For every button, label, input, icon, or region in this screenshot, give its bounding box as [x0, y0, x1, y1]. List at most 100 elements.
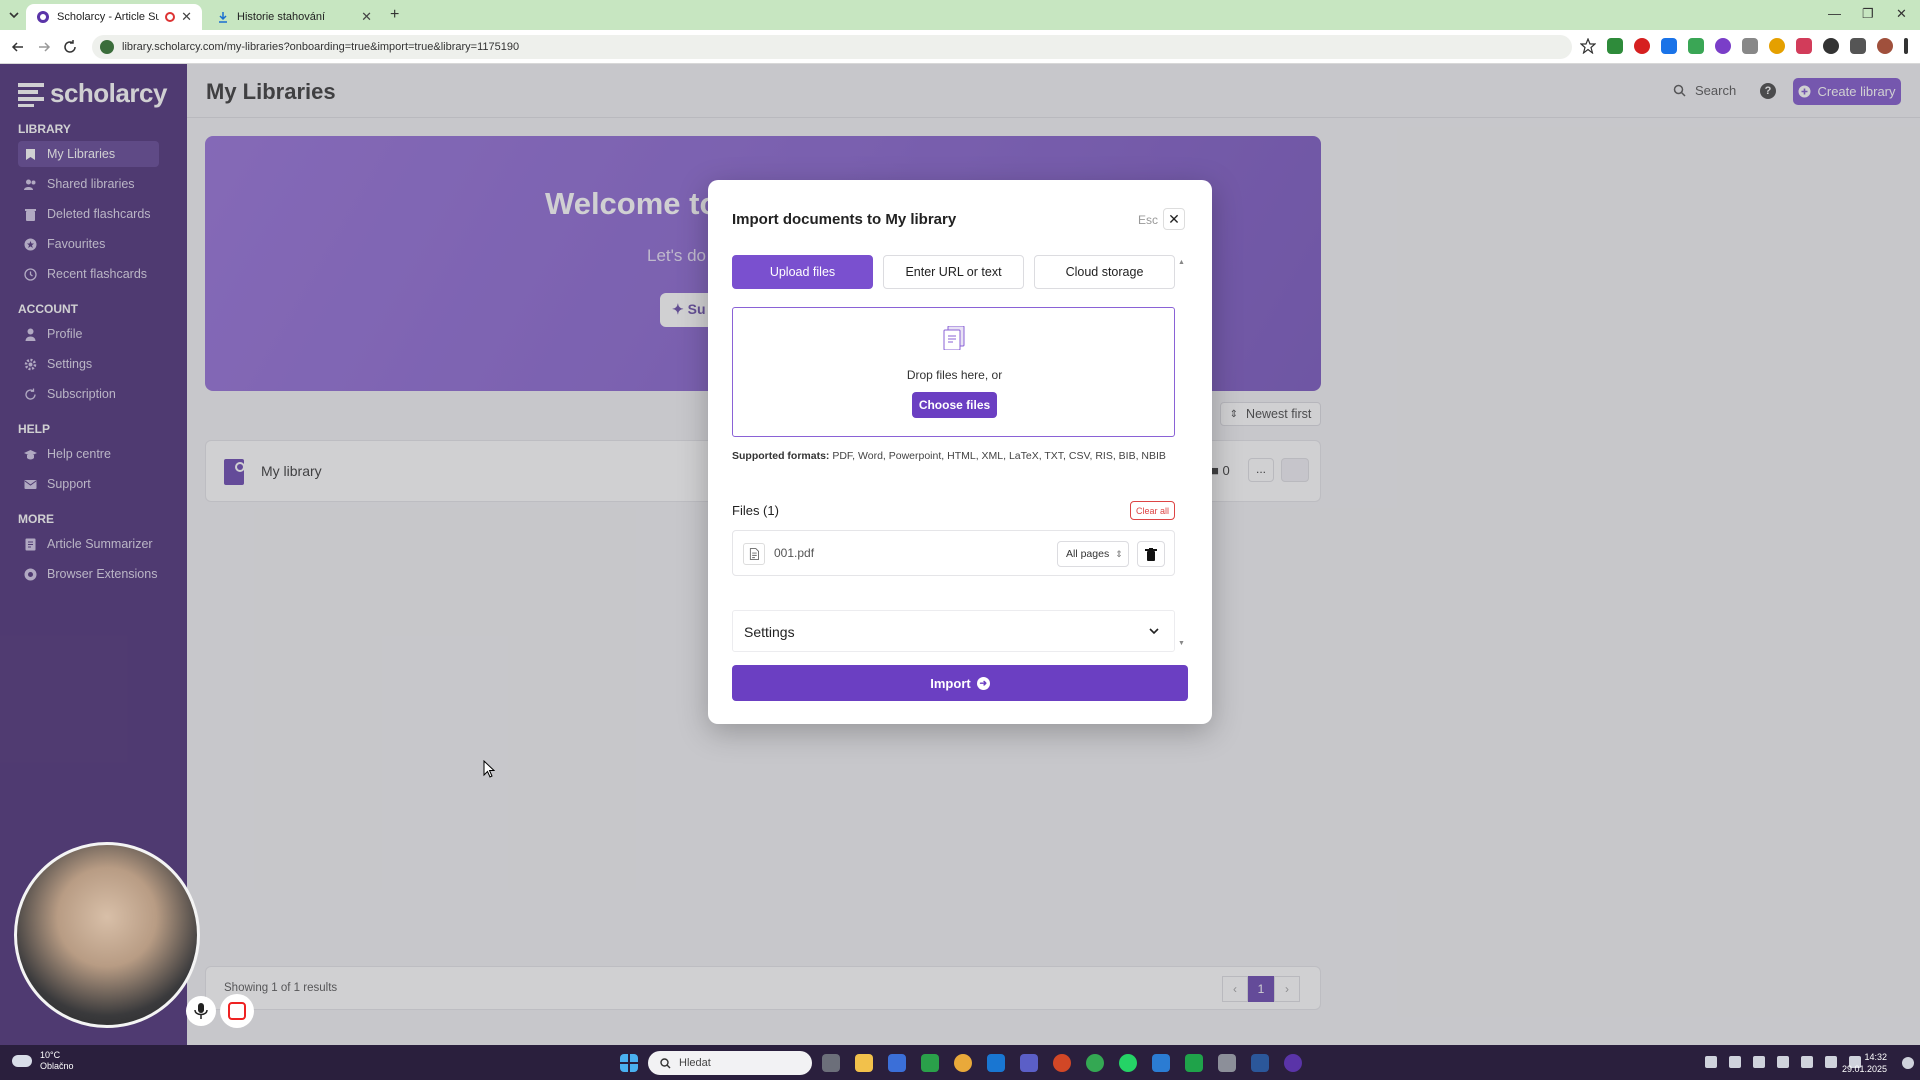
tab-cloud-storage[interactable]: Cloud storage — [1034, 255, 1175, 289]
bookmark-star-icon[interactable] — [1580, 38, 1596, 54]
outlook-icon[interactable] — [987, 1054, 1005, 1072]
minimize-icon[interactable]: — — [1828, 6, 1841, 21]
download-icon — [219, 12, 227, 23]
scholarcy-favicon-icon — [37, 11, 49, 23]
weather-desc: Oblačno — [40, 1061, 74, 1071]
chrome-icon[interactable] — [954, 1054, 972, 1072]
page-range-value: All pages — [1066, 548, 1110, 560]
tab-search-icon[interactable] — [6, 7, 22, 23]
cloud-icon — [12, 1055, 32, 1067]
app-icon[interactable] — [1152, 1054, 1170, 1072]
settings-accordion[interactable]: Settings — [732, 610, 1175, 652]
search-icon — [660, 1057, 671, 1068]
import-dialog: Import documents to My library Esc ✕ Upl… — [708, 180, 1212, 724]
taskbar-search[interactable]: Hledat — [648, 1051, 812, 1075]
supported-formats: Supported formats: PDF, Word, Powerpoint… — [732, 450, 1166, 462]
app-icon[interactable] — [1284, 1054, 1302, 1072]
app-icon[interactable] — [1185, 1054, 1203, 1072]
chrome-profile-icon[interactable] — [1086, 1054, 1104, 1072]
microphone-button[interactable] — [186, 996, 216, 1026]
mouse-cursor-icon — [483, 760, 495, 778]
import-button[interactable]: Import ➜ — [732, 665, 1188, 701]
back-icon[interactable] — [10, 39, 26, 55]
remove-file-button[interactable] — [1137, 541, 1165, 567]
stop-recording-button[interactable] — [220, 994, 254, 1028]
extensions-menu-icon[interactable] — [1850, 38, 1866, 54]
pin-icon[interactable] — [1661, 38, 1677, 54]
dialog-title: Import documents to My library — [732, 211, 957, 228]
scroll-up-icon[interactable]: ▲ — [1178, 259, 1185, 266]
whatsapp-icon[interactable] — [1119, 1054, 1137, 1072]
word-icon[interactable] — [1251, 1054, 1269, 1072]
puzzle-icon[interactable] — [1688, 38, 1704, 54]
webcam-preview — [14, 842, 200, 1028]
scroll-down-icon[interactable]: ▼ — [1178, 640, 1185, 647]
choose-files-button[interactable]: Choose files — [912, 392, 997, 418]
file-icon — [743, 543, 765, 565]
tab-upload-files[interactable]: Upload files — [732, 255, 873, 289]
reload-icon[interactable] — [62, 39, 78, 55]
tab-title: Scholarcy - Article Summari — [57, 11, 160, 23]
tab-close-icon[interactable]: ✕ — [361, 9, 372, 25]
files-heading: Files (1) — [732, 503, 779, 518]
esc-hint: Esc — [1138, 213, 1159, 227]
extension-icon[interactable] — [1742, 38, 1758, 54]
windows-taskbar: 10°C Oblačno Hledat 14:32 29.01.2025 — [0, 1045, 1920, 1080]
task-view-icon[interactable] — [822, 1054, 840, 1072]
display-icon[interactable] — [1801, 1056, 1813, 1068]
trash-icon — [1145, 547, 1157, 561]
taskbar-clock[interactable]: 14:32 29.01.2025 — [1842, 1051, 1887, 1075]
file-explorer-icon[interactable] — [855, 1054, 873, 1072]
clear-all-button[interactable]: Clear all — [1130, 501, 1175, 520]
wifi-icon[interactable] — [1825, 1056, 1837, 1068]
extension-icon[interactable] — [1769, 38, 1785, 54]
weather-widget[interactable]: 10°C Oblačno — [12, 1050, 74, 1072]
formats-list: PDF, Word, Powerpoint, HTML, XML, LaTeX,… — [832, 450, 1166, 462]
microphone-icon[interactable] — [1777, 1056, 1789, 1068]
system-tray — [1705, 1056, 1861, 1068]
powerpoint-icon[interactable] — [1053, 1054, 1071, 1072]
recording-indicator-icon — [165, 12, 176, 22]
extension-icon[interactable] — [1607, 38, 1623, 54]
forward-icon[interactable] — [36, 39, 52, 55]
opera-icon[interactable] — [1634, 38, 1650, 54]
restore-icon[interactable]: ❐ — [1862, 6, 1874, 22]
extension-icon[interactable] — [1796, 38, 1812, 54]
onedrive-icon[interactable] — [1729, 1056, 1741, 1068]
tab-title: Historie stahování — [237, 11, 326, 23]
arrow-right-circle-icon: ➜ — [976, 676, 990, 690]
tab-enter-url[interactable]: Enter URL or text — [883, 255, 1024, 289]
extension-icon[interactable] — [1823, 38, 1839, 54]
clock-date: 29.01.2025 — [1842, 1064, 1888, 1074]
tray-chevron-icon[interactable] — [1705, 1056, 1717, 1068]
file-stack-icon — [943, 326, 965, 350]
settings-label: Settings — [744, 624, 795, 640]
page-range-select[interactable]: All pages ⇕ — [1057, 541, 1129, 567]
close-icon[interactable]: ✕ — [1163, 208, 1185, 230]
extension-icon[interactable] — [1715, 38, 1731, 54]
url-field[interactable]: library.scholarcy.com/my-libraries?onboa… — [92, 35, 1572, 59]
cloud-sync-icon[interactable] — [1753, 1056, 1765, 1068]
notifications-icon[interactable] — [1902, 1057, 1914, 1069]
browser-tab-scholarcy[interactable]: Scholarcy - Article Summari ✕ — [26, 4, 202, 30]
windows-start-icon[interactable] — [620, 1054, 638, 1072]
file-dropzone[interactable]: Drop files here, or Choose files — [732, 307, 1175, 437]
url-text: library.scholarcy.com/my-libraries?onboa… — [122, 41, 520, 53]
formats-label: Supported formats: — [732, 450, 830, 462]
tab-close-icon[interactable]: ✕ — [181, 9, 192, 25]
stop-icon — [228, 1002, 246, 1020]
weather-temp: 10°C — [40, 1050, 61, 1060]
store-icon[interactable] — [888, 1054, 906, 1072]
new-tab-icon[interactable]: + — [390, 6, 399, 24]
browser-tab-downloads[interactable]: Historie stahování ✕ — [206, 4, 382, 30]
teams-icon[interactable] — [1020, 1054, 1038, 1072]
site-info-icon[interactable] — [100, 40, 114, 54]
browser-menu-icon[interactable] — [1904, 38, 1908, 54]
settings-icon[interactable] — [1218, 1054, 1236, 1072]
file-list-item: 001.pdf All pages ⇕ — [732, 530, 1175, 576]
taskbar-search-placeholder: Hledat — [679, 1057, 711, 1069]
close-window-icon[interactable]: ✕ — [1896, 6, 1907, 22]
app-icon[interactable] — [921, 1054, 939, 1072]
extension-toolbar — [1580, 38, 1908, 54]
profile-avatar-icon[interactable] — [1877, 38, 1893, 54]
